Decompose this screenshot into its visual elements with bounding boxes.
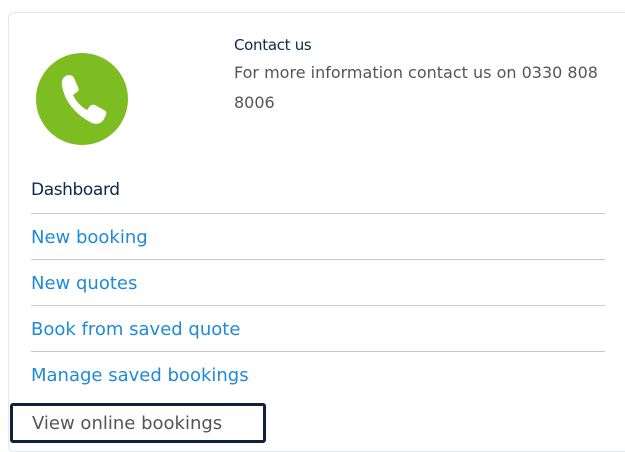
contact-text: For more information contact us on 0330 … bbox=[234, 63, 598, 112]
menu-item-book-from-saved-quote[interactable]: Book from saved quote bbox=[31, 305, 605, 351]
new-booking-link[interactable]: New booking bbox=[31, 227, 148, 248]
menu-item-manage-saved-bookings[interactable]: Manage saved bookings bbox=[31, 351, 605, 397]
menu-item-new-booking[interactable]: New booking bbox=[31, 213, 605, 259]
phone-icon bbox=[36, 53, 128, 145]
new-quotes-link[interactable]: New quotes bbox=[31, 273, 137, 294]
menu-item-new-quotes[interactable]: New quotes bbox=[31, 259, 605, 305]
dashboard-heading: Dashboard bbox=[31, 180, 120, 200]
dashboard-menu: New booking New quotes Book from saved q… bbox=[31, 213, 605, 397]
view-online-bookings-link[interactable]: View online bookings bbox=[32, 413, 222, 434]
book-from-saved-quote-link[interactable]: Book from saved quote bbox=[31, 319, 240, 340]
menu-item-view-online-bookings[interactable]: View online bookings bbox=[10, 403, 266, 443]
contact-title: Contact us bbox=[234, 36, 312, 54]
manage-saved-bookings-link[interactable]: Manage saved bookings bbox=[31, 365, 249, 386]
